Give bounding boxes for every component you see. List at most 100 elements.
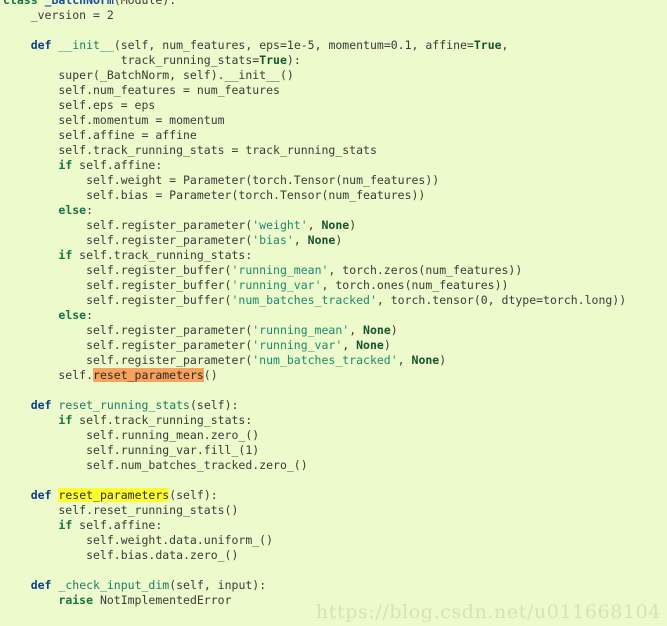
keyword-token: raise bbox=[58, 593, 94, 607]
code-token: 2 bbox=[106, 8, 114, 22]
code-token: self.weight = Parameter(torch.Tensor(num… bbox=[3, 173, 440, 187]
code-token: self.register_buffer( bbox=[3, 278, 232, 292]
code-token: self.register_parameter( bbox=[3, 233, 253, 247]
code-token: (Module): bbox=[113, 0, 177, 7]
code-token: self.track_running_stats: bbox=[72, 248, 253, 262]
code-line: self.affine = affine bbox=[0, 128, 667, 143]
code-line: if self.affine: bbox=[0, 158, 667, 173]
code-line: else: bbox=[0, 308, 667, 323]
keyword-token: True bbox=[259, 53, 287, 67]
code-line: if self.track_running_stats: bbox=[0, 248, 667, 263]
code-line: self.register_buffer('num_batches_tracke… bbox=[0, 293, 667, 308]
code-token: , bbox=[342, 338, 357, 352]
string-token: 'bias' bbox=[252, 233, 294, 247]
code-token: super(_BatchNorm, self).__init__() bbox=[3, 68, 294, 82]
code-line: def reset_parameters(self): bbox=[0, 488, 667, 503]
code-token: ) bbox=[439, 353, 447, 367]
code-line: if self.affine: bbox=[0, 518, 667, 533]
code-token: _version = bbox=[3, 8, 107, 22]
keyword-token: if bbox=[58, 518, 73, 532]
code-token: , bbox=[293, 233, 308, 247]
code-line: self.register_parameter('running_mean', … bbox=[0, 323, 667, 338]
keyword-token: None bbox=[321, 218, 350, 232]
code-line: self.register_parameter('weight', None) bbox=[0, 218, 667, 233]
watermark-url: https://blog.csdn.net/u011668104 bbox=[315, 601, 661, 623]
code-line: self.num_features = num_features bbox=[0, 83, 667, 98]
code-token: self.track_running_stats: bbox=[72, 413, 253, 427]
code-line: self.eps = eps bbox=[0, 98, 667, 113]
code-token: , bbox=[501, 38, 509, 52]
code-token: self.weight.data.uniform_() bbox=[3, 533, 274, 547]
code-line: self.num_batches_tracked.zero_() bbox=[0, 458, 667, 473]
code-line: self.register_parameter('running_var', N… bbox=[0, 338, 667, 353]
keyword-token: None bbox=[411, 353, 440, 367]
source-code-block[interactable]: class _BatchNorm(Module): _version = 2 d… bbox=[0, 0, 667, 608]
code-token: : bbox=[86, 203, 94, 217]
code-token: self.register_parameter( bbox=[3, 323, 253, 337]
string-token: 'weight' bbox=[252, 218, 308, 232]
keyword-token: None bbox=[363, 323, 391, 337]
keyword-token: None bbox=[307, 233, 336, 247]
code-token: self.num_batches_tracked.zero_() bbox=[3, 458, 308, 472]
code-line: track_running_stats=True): bbox=[0, 53, 667, 68]
code-token: self. bbox=[3, 368, 94, 382]
code-line: self.register_buffer('running_mean', tor… bbox=[0, 263, 667, 278]
code-token: self.register_parameter( bbox=[3, 338, 253, 352]
code-token: self.register_parameter( bbox=[3, 218, 253, 232]
string-token: 'num_batches_tracked' bbox=[231, 293, 377, 307]
code-token: ) bbox=[335, 233, 343, 247]
code-token: , torch.zeros(num_features)) bbox=[328, 263, 523, 277]
code-token: , bbox=[307, 218, 322, 232]
code-token: , torch.ones(num_features)) bbox=[321, 278, 509, 292]
code-line: def _check_input_dim(self, input): bbox=[0, 578, 667, 593]
code-token: self.register_buffer( bbox=[3, 293, 232, 307]
code-line: super(_BatchNorm, self).__init__() bbox=[0, 68, 667, 83]
code-token: (self, num_features, eps=1e-5, momentum=… bbox=[113, 38, 474, 52]
code-token: (self): bbox=[169, 488, 218, 502]
code-line: self.bias.data.zero_() bbox=[0, 548, 667, 563]
code-line: _version = 2 bbox=[0, 8, 667, 23]
code-line: self.momentum = momentum bbox=[0, 113, 667, 128]
code-line: self.running_mean.zero_() bbox=[0, 428, 667, 443]
highlighted-token[interactable]: reset_parameters bbox=[93, 368, 204, 382]
code-line: def __init__(self, num_features, eps=1e-… bbox=[0, 38, 667, 53]
string-token: 'running_mean' bbox=[252, 323, 350, 337]
keyword-token: else bbox=[58, 203, 87, 217]
code-token: self.reset_running_stats() bbox=[3, 503, 239, 517]
code-token: self.affine: bbox=[72, 518, 163, 532]
code-token: ): bbox=[286, 53, 301, 67]
keyword-token: class bbox=[3, 0, 38, 7]
keyword-token: def bbox=[30, 488, 52, 502]
code-token: ) bbox=[349, 218, 357, 232]
code-token: () bbox=[203, 368, 218, 382]
code-token: , bbox=[397, 353, 412, 367]
identifier-token: _BatchNorm bbox=[44, 0, 114, 7]
code-line: class _BatchNorm(Module): bbox=[0, 0, 667, 8]
code-token: self.affine = affine bbox=[3, 128, 197, 142]
code-token: ) bbox=[390, 323, 398, 337]
code-line: self.register_parameter('num_batches_tra… bbox=[0, 353, 667, 368]
identifier-token: reset_running_stats bbox=[58, 398, 190, 412]
code-token: track_running_stats= bbox=[3, 53, 260, 67]
code-line: self.running_var.fill_(1) bbox=[0, 443, 667, 458]
code-token: : bbox=[86, 308, 94, 322]
keyword-token: if bbox=[58, 413, 73, 427]
code-token: self.affine: bbox=[72, 158, 163, 172]
code-token: ) bbox=[383, 338, 391, 352]
highlighted-token[interactable]: reset_parameters bbox=[58, 488, 170, 502]
code-line: self.register_parameter('bias', None) bbox=[0, 233, 667, 248]
keyword-token: def bbox=[30, 578, 52, 592]
keyword-token: True bbox=[473, 38, 502, 52]
code-token: self.bias.data.zero_() bbox=[3, 548, 239, 562]
keyword-token: def bbox=[30, 38, 52, 52]
